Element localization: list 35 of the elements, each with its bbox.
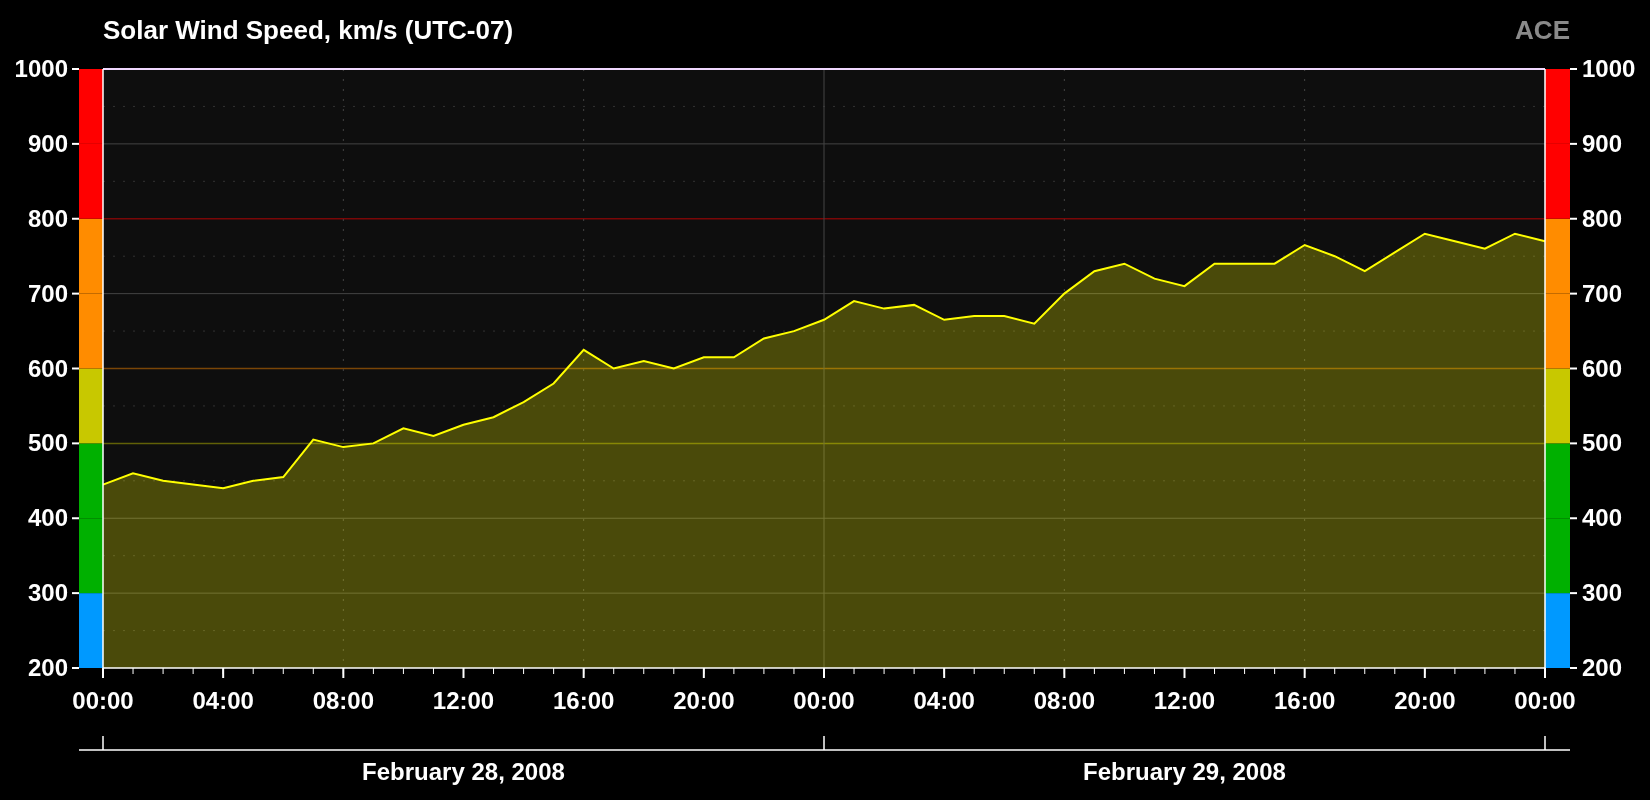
axis-label: 900 xyxy=(1582,129,1623,157)
axis-label: 200 xyxy=(1582,654,1623,681)
axis-label: 12:00 xyxy=(432,687,495,714)
axis-label: 16:00 xyxy=(552,687,615,714)
source-label: ACE xyxy=(1515,14,1570,46)
axis-label: 00:00 xyxy=(793,687,855,714)
axis-label: 500 xyxy=(1582,429,1623,457)
axis-label: 04:00 xyxy=(913,687,975,714)
axis-label: 700 xyxy=(27,279,68,307)
axis-label: 600 xyxy=(1582,354,1623,382)
axis-label: 20:00 xyxy=(673,687,735,714)
date-label: February 29, 2008 xyxy=(1083,758,1286,785)
axis-label: 08:00 xyxy=(1033,687,1096,714)
axis-label: 1000 xyxy=(1582,60,1636,82)
axis-label: 600 xyxy=(27,354,68,382)
chart-title: Solar Wind Speed, km/s (UTC-07) xyxy=(103,14,514,46)
axis-label: 800 xyxy=(1582,204,1623,232)
axis-label: 04:00 xyxy=(192,687,254,714)
axis-label: 500 xyxy=(27,429,68,457)
axis-label: 900 xyxy=(27,129,68,157)
axis-label: 200 xyxy=(27,654,68,681)
axis-label: 16:00 xyxy=(1273,687,1336,714)
axis-label: 300 xyxy=(27,579,68,607)
axis-label: 12:00 xyxy=(1153,687,1216,714)
axis-label: 700 xyxy=(1582,279,1623,307)
axis-label: 08:00 xyxy=(312,687,375,714)
axis-label: 00:00 xyxy=(72,687,134,714)
axis-label: 00:00 xyxy=(1514,687,1576,714)
axis-label: 20:00 xyxy=(1394,687,1456,714)
date-label: February 28, 2008 xyxy=(362,758,565,785)
axis-label: 1000 xyxy=(14,60,68,82)
axis-label: 300 xyxy=(1582,579,1623,607)
axis-label: 400 xyxy=(1582,504,1623,532)
axis-label: 400 xyxy=(27,504,68,532)
axis-label: 800 xyxy=(27,204,68,232)
